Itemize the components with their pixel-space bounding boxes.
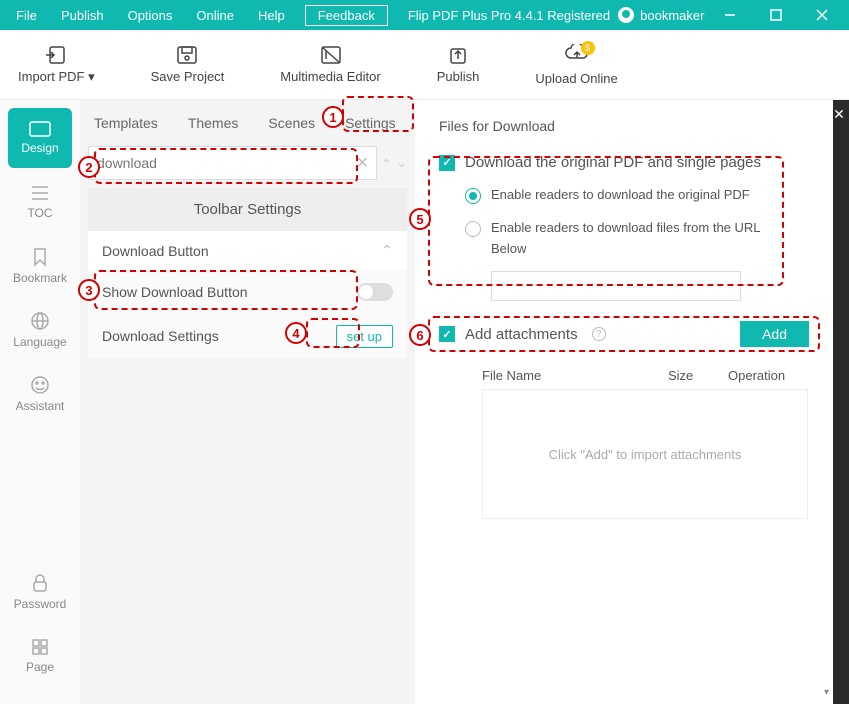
add-button[interactable]: Add xyxy=(740,321,809,347)
radio-from-url[interactable] xyxy=(465,221,481,237)
col-size: Size xyxy=(668,368,728,383)
sidebar-item-assistant[interactable]: Assistant xyxy=(8,364,72,424)
feedback-button[interactable]: Feedback xyxy=(305,5,388,26)
download-settings-label: Download Settings xyxy=(102,328,219,344)
window-maximize-button[interactable] xyxy=(753,0,799,30)
tab-scenes[interactable]: Scenes xyxy=(268,115,315,131)
col-operation: Operation xyxy=(728,368,808,383)
publish-label: Publish xyxy=(437,69,480,84)
help-icon[interactable]: ? xyxy=(592,327,606,341)
settings-column: Templates Themes Scenes Settings × ⌄ ⌄ T… xyxy=(80,100,415,704)
search-next-icon[interactable]: ⌄ xyxy=(396,155,407,171)
menu-publish[interactable]: Publish xyxy=(49,0,116,30)
show-download-toggle[interactable] xyxy=(357,283,393,301)
download-original-checkbox[interactable] xyxy=(439,155,455,171)
publish-button[interactable]: Publish xyxy=(429,45,488,84)
avatar-icon xyxy=(618,7,634,23)
app-title: Flip PDF Plus Pro 4.4.1 Registered xyxy=(408,8,610,23)
settings-search-box[interactable]: × xyxy=(88,146,377,180)
multimedia-editor-button[interactable]: Multimedia Editor xyxy=(272,45,388,84)
save-project-button[interactable]: Save Project xyxy=(143,45,233,84)
sidebar-item-bookmark[interactable]: Bookmark xyxy=(8,236,72,296)
dark-background-strip xyxy=(833,100,849,704)
tab-templates[interactable]: Templates xyxy=(94,115,158,131)
titlebar: File Publish Options Online Help Feedbac… xyxy=(0,0,849,30)
sidebar-label: Design xyxy=(21,141,58,155)
toolbar-settings-heading: Toolbar Settings xyxy=(88,188,407,230)
show-download-button-label: Show Download Button xyxy=(102,284,248,300)
window-close-button[interactable] xyxy=(799,0,845,30)
chevron-up-icon: ⌃ xyxy=(381,242,393,259)
download-url-input[interactable] xyxy=(491,271,741,301)
menu-options[interactable]: Options xyxy=(116,0,185,30)
import-pdf-button[interactable]: Import PDF ▾ xyxy=(10,45,103,85)
import-pdf-label: Import PDF ▾ xyxy=(18,69,95,85)
files-for-download-title: Files for Download xyxy=(439,118,809,134)
design-tabs: Templates Themes Scenes Settings xyxy=(80,100,415,146)
tab-themes[interactable]: Themes xyxy=(188,115,239,131)
sidebar-label: Password xyxy=(14,597,67,611)
col-file-name: File Name xyxy=(482,368,668,383)
files-for-download-panel: ✕ Files for Download Download the origin… xyxy=(415,100,849,704)
sidebar-item-design[interactable]: Design xyxy=(8,108,72,168)
username: bookmaker xyxy=(640,8,704,23)
dollar-badge-icon: $ xyxy=(581,41,595,55)
sidebar-item-password[interactable]: Password xyxy=(8,562,72,622)
sidebar-label: TOC xyxy=(27,206,52,220)
sidebar-label: Language xyxy=(13,335,66,349)
download-button-label: Download Button xyxy=(102,243,209,259)
search-prev-icon[interactable]: ⌄ xyxy=(381,155,392,171)
sidebar-label: Page xyxy=(26,660,54,674)
sidebar-label: Assistant xyxy=(16,399,65,413)
resize-caret-icon: ▾ xyxy=(824,687,829,698)
window-minimize-button[interactable] xyxy=(707,0,753,30)
sidebar-item-toc[interactable]: TOC xyxy=(8,172,72,232)
menu-help[interactable]: Help xyxy=(246,0,297,30)
user-account[interactable]: bookmaker xyxy=(618,7,704,23)
save-project-label: Save Project xyxy=(151,69,225,84)
sidebar-item-page[interactable]: Page xyxy=(8,626,72,686)
add-attachments-checkbox[interactable] xyxy=(439,326,455,342)
attachments-table: File Name Size Operation Click "Add" to … xyxy=(481,361,809,520)
sidebar-item-language[interactable]: Language xyxy=(8,300,72,360)
set-up-button[interactable]: set up xyxy=(336,325,393,348)
attachments-empty-state: Click "Add" to import attachments xyxy=(482,389,808,519)
tab-settings[interactable]: Settings xyxy=(345,115,396,131)
settings-search-input[interactable] xyxy=(97,155,357,171)
upload-online-button[interactable]: $ Upload Online xyxy=(527,44,625,86)
download-original-label: Download the original PDF and single pag… xyxy=(465,154,761,171)
sidebar-label: Bookmark xyxy=(13,271,67,285)
multimedia-editor-label: Multimedia Editor xyxy=(280,69,380,84)
add-attachments-label: Add attachments xyxy=(465,326,578,343)
download-button-accordion[interactable]: Download Button ⌃ xyxy=(88,230,407,270)
clear-search-icon[interactable]: × xyxy=(357,152,369,175)
left-sidebar: Design TOC Bookmark Language Assistant P… xyxy=(0,100,80,704)
radio-original-pdf[interactable] xyxy=(465,188,481,204)
radio-original-pdf-label: Enable readers to download the original … xyxy=(491,185,750,206)
main-toolbar: Import PDF ▾ Save Project Multimedia Edi… xyxy=(0,30,849,100)
upload-online-label: Upload Online xyxy=(535,71,617,86)
radio-from-url-label: Enable readers to download files from th… xyxy=(491,218,791,260)
menu-online[interactable]: Online xyxy=(184,0,246,30)
menu-file[interactable]: File xyxy=(4,0,49,30)
